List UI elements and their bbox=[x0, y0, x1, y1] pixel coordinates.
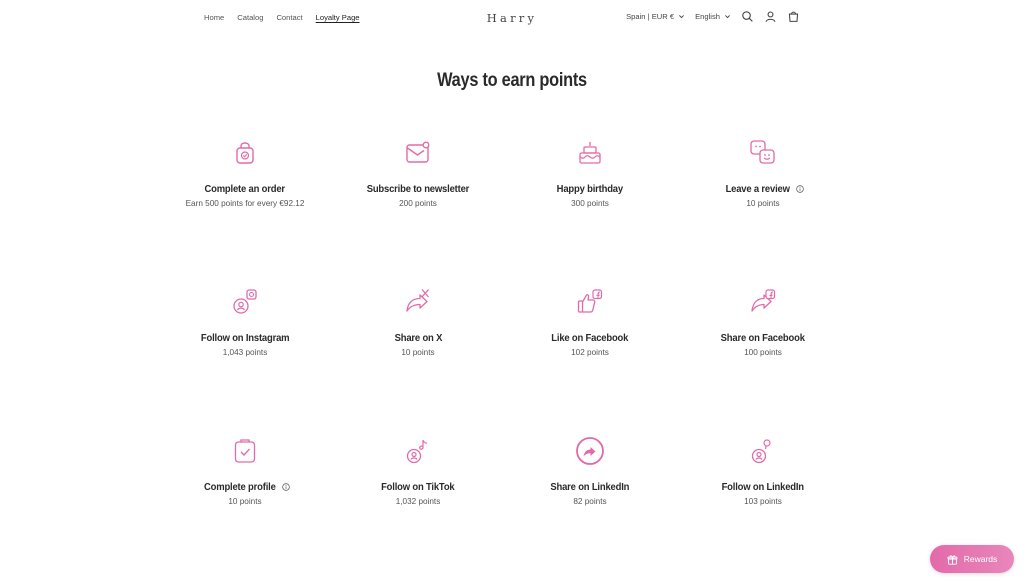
x-share-icon bbox=[403, 287, 433, 317]
rule-points: 1,032 points bbox=[395, 497, 441, 506]
rule-points: Earn 500 points for every €92.12 bbox=[185, 199, 305, 208]
earn-rule-card[interactable]: Follow on TikTok 1,032 points bbox=[332, 436, 504, 506]
rule-name: Share on X bbox=[394, 332, 442, 344]
info-icon[interactable] bbox=[282, 483, 290, 491]
rule-points: 200 points bbox=[399, 199, 437, 208]
earn-rule-card[interactable]: Share on Facebook 100 points bbox=[677, 287, 849, 357]
rule-name: Complete an order bbox=[204, 183, 286, 195]
earn-rule-card[interactable]: Subscribe to newsletter 200 points bbox=[332, 138, 504, 208]
rule-points: 1,043 points bbox=[222, 348, 268, 357]
tiktok-follow-icon bbox=[403, 436, 433, 466]
rule-name: Follow on LinkedIn bbox=[721, 481, 805, 493]
earn-rule-card[interactable]: Complete an order Earn 500 points for ev… bbox=[159, 138, 331, 208]
rule-name: Share on Facebook bbox=[720, 332, 806, 344]
rule-name: Happy birthday bbox=[556, 183, 624, 195]
earn-points-grid: Complete an order Earn 500 points for ev… bbox=[0, 0, 1024, 581]
rule-points: 10 points bbox=[746, 199, 780, 208]
rule-name: Like on Facebook bbox=[551, 332, 629, 344]
facebook-like-icon bbox=[575, 287, 605, 317]
rule-name: Complete profile bbox=[204, 481, 276, 493]
rule-points: 103 points bbox=[744, 497, 782, 506]
rule-name: Leave a review bbox=[725, 183, 791, 195]
facebook-share-icon bbox=[748, 287, 778, 317]
earn-rule-card[interactable]: Share on LinkedIn 82 points bbox=[504, 436, 676, 506]
rule-points: 82 points bbox=[573, 497, 607, 506]
earn-rule-card[interactable]: Leave a review 10 points bbox=[677, 138, 849, 208]
rewards-launcher-button[interactable]: Rewards bbox=[930, 545, 1014, 573]
rule-points: 300 points bbox=[571, 199, 609, 208]
birthday-cake-icon bbox=[575, 138, 605, 168]
earn-rule-card[interactable]: Follow on Instagram 1,043 points bbox=[159, 287, 331, 357]
newsletter-icon bbox=[403, 138, 433, 168]
rewards-label: Rewards bbox=[963, 554, 998, 564]
rule-name: Follow on Instagram bbox=[200, 332, 290, 344]
rule-name: Share on LinkedIn bbox=[550, 481, 630, 493]
info-icon[interactable] bbox=[795, 185, 804, 193]
earn-rule-card[interactable]: Share on X 10 points bbox=[332, 287, 504, 357]
rule-points: 10 points bbox=[401, 348, 435, 357]
rule-points: 100 points bbox=[744, 348, 782, 357]
gift-icon bbox=[947, 554, 958, 565]
clipboard-check-icon bbox=[230, 436, 260, 466]
instagram-follow-icon bbox=[230, 287, 260, 317]
rule-points: 10 points bbox=[228, 497, 262, 506]
review-icon bbox=[748, 138, 778, 168]
earn-rule-card[interactable]: Like on Facebook 102 points bbox=[504, 287, 676, 357]
shopping-bag-icon bbox=[230, 138, 260, 168]
earn-rule-card[interactable]: Happy birthday 300 points bbox=[504, 138, 676, 208]
rule-name: Follow on TikTok bbox=[381, 481, 455, 493]
linkedin-share-icon bbox=[575, 436, 605, 466]
earn-rule-card[interactable]: Follow on LinkedIn 103 points bbox=[677, 436, 849, 506]
earn-rule-card[interactable]: Complete profile 10 points bbox=[159, 436, 331, 506]
rule-name: Subscribe to newsletter bbox=[366, 183, 470, 195]
linkedin-follow-icon bbox=[748, 436, 778, 466]
rule-points: 102 points bbox=[571, 348, 609, 357]
